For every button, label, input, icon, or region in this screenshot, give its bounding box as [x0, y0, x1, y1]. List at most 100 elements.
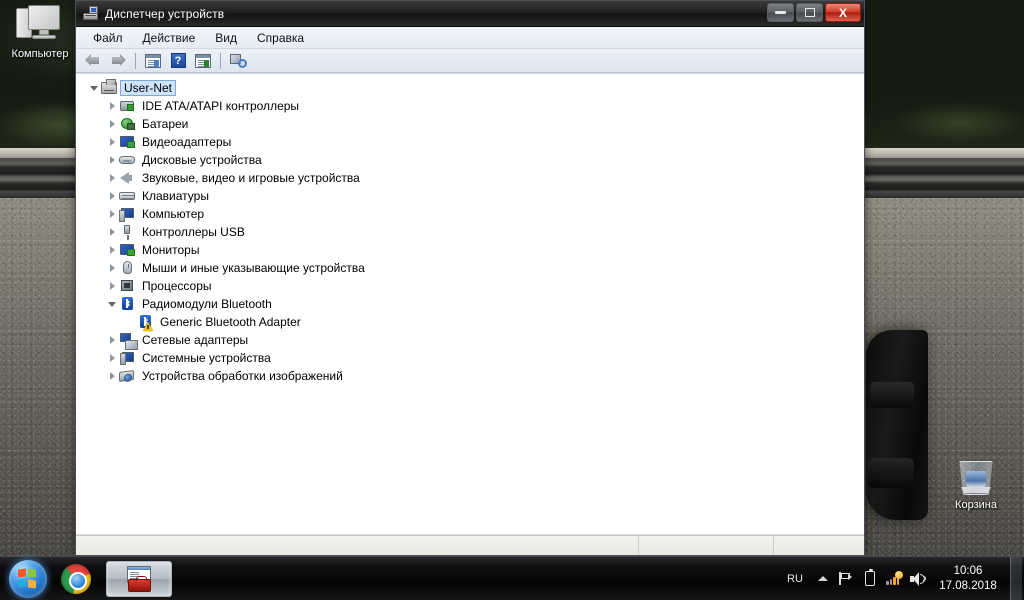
back-button[interactable]	[82, 51, 104, 71]
tree-node-ide-controllers[interactable]: IDE ATA/ATAPI контроллеры	[84, 97, 864, 115]
menu-help[interactable]: Справка	[248, 29, 313, 47]
scan-hardware-changes-button[interactable]	[227, 51, 249, 71]
taskbar[interactable]: RU 10:06 17.08.2018	[0, 556, 1024, 600]
show-hidden-icons-button[interactable]	[812, 559, 834, 599]
device-tree[interactable]: User-Net IDE ATA/ATAPI контроллеры Батар…	[76, 73, 864, 535]
tree-node-monitors[interactable]: Мониторы	[84, 241, 864, 259]
tree-node-generic-bluetooth-adapter[interactable]: Generic Bluetooth Adapter	[84, 313, 864, 331]
tree-node-label: IDE ATA/ATAPI контроллеры	[142, 99, 300, 113]
status-pane-1	[76, 536, 639, 555]
desktop-icon-computer[interactable]: Компьютер	[0, 4, 80, 61]
tree-node-label: Процессоры	[142, 279, 212, 293]
disk-drive-icon	[119, 152, 136, 168]
language-indicator[interactable]: RU	[778, 559, 812, 599]
tree-root-node[interactable]: User-Net	[84, 79, 864, 97]
expander-icon[interactable]	[106, 187, 118, 205]
bluetooth-device-warning-icon	[137, 314, 154, 331]
tree-node-label: Мониторы	[142, 243, 200, 257]
tree-node-label: Контроллеры USB	[142, 225, 245, 239]
console-tree-icon	[145, 53, 161, 68]
tree-node-sound-video-game-controllers[interactable]: Звуковые, видео и игровые устройства	[84, 169, 864, 187]
expander-icon[interactable]	[106, 133, 118, 151]
tree-node-batteries[interactable]: Батареи	[84, 115, 864, 133]
recycle-bin-icon	[936, 455, 1016, 497]
ide-controller-icon	[119, 98, 136, 114]
toolbar-separator	[135, 52, 136, 69]
desktop[interactable]: Компьютер Корзина Диспетчер устройств X …	[0, 0, 1024, 600]
system-tray[interactable]: RU 10:06 17.08.2018	[778, 556, 1024, 600]
expander-icon[interactable]	[106, 223, 118, 241]
minimize-icon	[775, 11, 786, 14]
help-question-icon: ?	[170, 53, 186, 68]
expander-icon[interactable]	[106, 367, 118, 385]
toolbar[interactable]: ?	[76, 49, 864, 73]
expander-icon[interactable]	[88, 79, 100, 97]
taskbar-device-manager[interactable]	[106, 560, 172, 597]
minimize-button[interactable]	[767, 3, 794, 22]
action-center-button[interactable]	[834, 559, 858, 599]
computer-icon	[0, 4, 80, 46]
computer-node-icon	[101, 79, 118, 96]
tree-node-label: Мыши и иные указывающие устройства	[142, 261, 365, 275]
clock[interactable]: 10:06 17.08.2018	[930, 564, 1006, 594]
expander-icon[interactable]	[106, 241, 118, 259]
menu-action[interactable]: Действие	[134, 29, 205, 47]
expander-icon[interactable]	[106, 331, 118, 349]
tree-node-imaging-devices[interactable]: Устройства обработки изображений	[84, 367, 864, 385]
windows-logo-icon	[9, 559, 47, 598]
show-hide-console-tree-button[interactable]	[142, 51, 164, 71]
system-device-icon	[119, 350, 136, 366]
tree-node-bluetooth-radios[interactable]: Радиомодули Bluetooth	[84, 295, 864, 313]
device-manager-window[interactable]: Диспетчер устройств X Файл Действие Вид …	[75, 0, 865, 556]
close-button[interactable]: X	[825, 3, 861, 22]
properties-button[interactable]	[192, 51, 214, 71]
menu-view[interactable]: Вид	[206, 29, 246, 47]
expander-icon[interactable]	[106, 259, 118, 277]
forward-arrow-icon	[110, 54, 126, 67]
menu-bar[interactable]: Файл Действие Вид Справка	[76, 27, 864, 49]
toolbar-separator	[220, 52, 221, 69]
tree-node-display-adapters[interactable]: Видеоадаптеры	[84, 133, 864, 151]
desktop-icon-recycle-bin[interactable]: Корзина	[936, 455, 1016, 512]
tree-node-label: User-Net	[119, 80, 177, 96]
tree-node-label: Видеоадаптеры	[142, 135, 232, 149]
tree-node-network-adapters[interactable]: Сетевые адаптеры	[84, 331, 864, 350]
tree-node-disk-drives[interactable]: Дисковые устройства	[84, 151, 864, 169]
menu-file[interactable]: Файл	[84, 29, 132, 47]
tree-node-keyboards[interactable]: Клавиатуры	[84, 187, 864, 205]
chrome-launcher[interactable]	[54, 559, 98, 599]
keyboard-icon	[119, 188, 136, 204]
desktop-icon-label: Корзина	[955, 499, 997, 511]
tree-node-computer[interactable]: Компьютер	[84, 205, 864, 223]
expander-icon[interactable]	[106, 151, 118, 169]
show-desktop-button[interactable]	[1010, 556, 1022, 600]
network-status-button[interactable]	[882, 559, 906, 599]
forward-button[interactable]	[107, 51, 129, 71]
tree-node-mice-pointing-devices[interactable]: Мыши и иные указывающие устройства	[84, 259, 864, 277]
tree-node-label: Компьютер	[142, 207, 205, 221]
expander-icon[interactable]	[106, 169, 118, 187]
battery-icon	[119, 116, 136, 132]
properties-panel-icon	[195, 53, 211, 68]
expander-icon[interactable]	[106, 277, 118, 295]
expander-icon[interactable]	[106, 115, 118, 133]
expander-icon[interactable]	[106, 97, 118, 115]
expander-icon[interactable]	[106, 295, 118, 313]
help-button[interactable]: ?	[167, 51, 189, 71]
window-titlebar[interactable]: Диспетчер устройств X	[76, 1, 864, 27]
back-arrow-icon	[85, 54, 101, 67]
window-title: Диспетчер устройств	[105, 6, 225, 21]
tree-node-label: Радиомодули Bluetooth	[142, 297, 272, 311]
volume-button[interactable]	[906, 559, 930, 599]
expander-icon[interactable]	[106, 349, 118, 367]
tree-node-system-devices[interactable]: Системные устройства	[84, 349, 864, 367]
start-button[interactable]	[2, 559, 54, 599]
tree-node-processors[interactable]: Процессоры	[84, 277, 864, 295]
maximize-button[interactable]	[796, 3, 823, 22]
tree-node-usb-controllers[interactable]: Контроллеры USB	[84, 223, 864, 241]
battery-status-button[interactable]	[858, 559, 882, 599]
expander-icon[interactable]	[106, 205, 118, 223]
window-controls[interactable]: X	[767, 3, 861, 22]
tree-node-label: Дисковые устройства	[142, 153, 262, 167]
clock-time: 10:06	[953, 564, 983, 577]
